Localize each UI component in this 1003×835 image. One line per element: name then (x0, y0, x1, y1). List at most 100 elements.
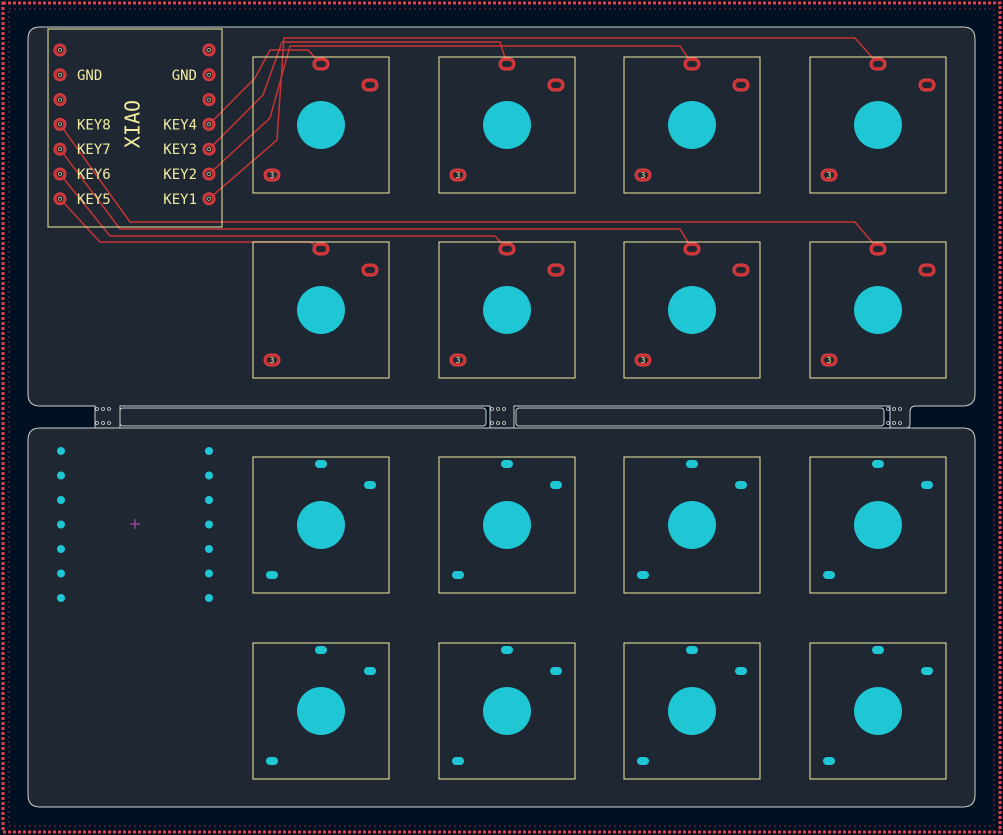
switch-pad-led (266, 571, 278, 579)
mcu-pin-left-3[interactable] (53, 93, 67, 107)
mcu-pin-left-7[interactable] (53, 192, 67, 206)
mcu-hole-right (205, 569, 213, 578)
switch-pad-top (501, 460, 513, 468)
mcu-hole-left (57, 569, 65, 578)
switch-pad-top (498, 57, 516, 71)
switch-pad-led (266, 757, 278, 765)
mcu-hole-right (205, 520, 213, 529)
switch-center-hole (483, 286, 531, 334)
switch-pad-number: 3 (641, 356, 646, 365)
switch-pad-right (921, 481, 933, 489)
switch-pad-number: 3 (641, 171, 646, 180)
mcu-hole-right (205, 545, 213, 553)
switch-center-hole (854, 286, 902, 334)
mcu-hole-left (57, 545, 65, 553)
switch-pad-top (683, 242, 701, 256)
pcb-canvas[interactable]: XIAO GND KEY8 KEY7 KEY6 KEY5 GND KEY4 KEY3 KEY2 K… (0, 0, 1003, 835)
switch-center-hole (297, 501, 345, 549)
switch-pad-right (547, 263, 565, 277)
mcu-hole-left (57, 447, 65, 455)
switch-pad-top (686, 460, 698, 468)
mcu-pin-right-3[interactable] (202, 93, 216, 107)
mcu-pin-label-right: KEY4 (163, 117, 197, 133)
switch-pad-top (315, 460, 327, 468)
mcu-pin-label-left: GND (77, 68, 102, 84)
switch-pad-right (361, 263, 379, 277)
mcu-pin-label-left: KEY8 (77, 117, 111, 133)
mcu-pin-left-1[interactable] (53, 43, 67, 57)
switch-center-hole (483, 687, 531, 735)
mcu-hole-right (205, 471, 213, 480)
mcu-pin-label-left: KEY7 (77, 142, 111, 158)
switch-pad-led (823, 571, 835, 579)
switch-pad-led (452, 757, 464, 765)
mcu-pin-right-7[interactable] (202, 192, 216, 206)
switch-center-hole (854, 687, 902, 735)
switch-center-hole (668, 687, 716, 735)
switch-pad-number: 3 (270, 356, 275, 365)
mcu-hole-right (205, 447, 213, 455)
switch-center-hole (297, 101, 345, 149)
switch-center-hole (483, 501, 531, 549)
mcu-pin-right-4[interactable] (202, 117, 216, 131)
mcu-pin-label-right: GND (172, 68, 197, 84)
mcu-pin-label-right: KEY1 (163, 192, 197, 208)
switch-pad-led (452, 571, 464, 579)
switch-pad-led (637, 571, 649, 579)
switch-pad-number: 3 (456, 356, 461, 365)
mcu-pin-label-right: KEY2 (163, 167, 197, 183)
switch-pad-number: 3 (456, 171, 461, 180)
switch-pad-top (872, 646, 884, 654)
switch-pad-top (872, 460, 884, 468)
switch-center-hole (297, 286, 345, 334)
switch-pad-top (869, 242, 887, 256)
switch-pad-right (364, 667, 376, 675)
switch-pad-right (547, 78, 565, 92)
mouse-bite-hole (886, 407, 890, 411)
switch-pad-right (921, 667, 933, 675)
switch-pad-right (550, 667, 562, 675)
switch-center-hole (483, 101, 531, 149)
switch-pad-right (918, 263, 936, 277)
switch-pad-right (361, 78, 379, 92)
mcu-hole-left (57, 471, 65, 480)
mcu-pin-left-2[interactable] (53, 68, 67, 82)
switch-pad-right (732, 78, 750, 92)
mcu-pin-right-2[interactable] (202, 68, 216, 82)
mcu-hole-left (57, 594, 65, 602)
mcu-pin-left-5[interactable] (53, 142, 67, 156)
switch-pad-top (312, 242, 330, 256)
switch-pad-top (686, 646, 698, 654)
mcu-pin-right-5[interactable] (202, 142, 216, 156)
mcu-pin-left-6[interactable] (53, 167, 67, 181)
bottom-panel-outline (27, 427, 976, 808)
switch-pad-right (364, 481, 376, 489)
mcu-pin-label-left: KEY5 (77, 192, 111, 208)
mcu-pin-label-right: KEY3 (163, 142, 197, 158)
switch-pad-right (550, 481, 562, 489)
mcu-hole-right (205, 594, 213, 602)
tab-rail-left (119, 407, 487, 427)
xiao-label: XIAO (121, 100, 145, 148)
mcu-hole-right (205, 496, 213, 504)
mouse-bite-hole (886, 421, 890, 425)
switch-pad-top (501, 646, 513, 654)
switch-pad-right (735, 481, 747, 489)
mcu-pin-right-6[interactable] (202, 167, 216, 181)
switch-center-hole (668, 501, 716, 549)
switch-center-hole (854, 101, 902, 149)
switch-pad-top (869, 57, 887, 71)
mcu-pin-right-1[interactable] (202, 43, 216, 57)
switch-pad-led (823, 757, 835, 765)
switch-center-hole (297, 687, 345, 735)
switch-pad-top (312, 57, 330, 71)
switch-pad-right (918, 78, 936, 92)
switch-pad-top (315, 646, 327, 654)
mcu-hole-left (57, 496, 65, 504)
switch-pad-led (637, 757, 649, 765)
switch-pad-right (735, 667, 747, 675)
tab-rail-right (515, 407, 885, 427)
switch-pad-number: 3 (270, 171, 275, 180)
switch-pad-top (683, 57, 701, 71)
mcu-pin-left-4[interactable] (53, 117, 67, 131)
